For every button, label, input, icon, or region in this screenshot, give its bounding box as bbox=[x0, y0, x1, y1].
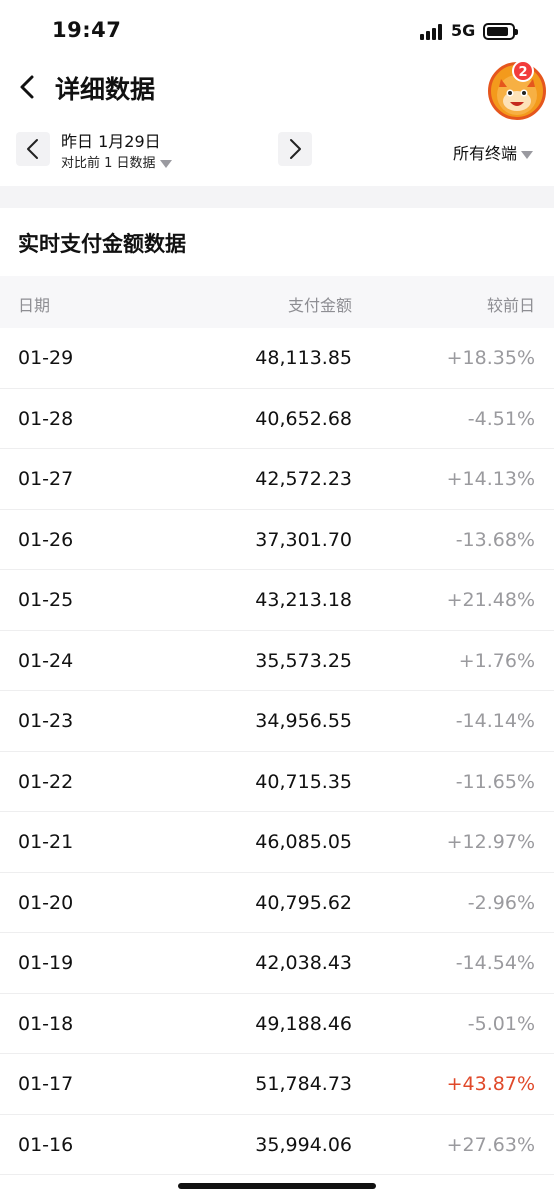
column-header-change: 较前日 bbox=[486, 296, 535, 315]
signal-icon bbox=[420, 24, 444, 40]
notification-badge: 2 bbox=[512, 60, 534, 82]
row-change: -14.54% bbox=[455, 952, 535, 974]
table-body: 01-29 48,113.85 +18.35% 01-28 40,652.68 … bbox=[0, 328, 554, 1175]
table-row: 01-24 35,573.25 +1.76% bbox=[0, 631, 554, 691]
page-header: 详细数据 bbox=[0, 62, 554, 120]
section-divider bbox=[0, 186, 554, 208]
row-change: +43.87% bbox=[446, 1073, 535, 1095]
row-date: 01-26 bbox=[18, 528, 74, 551]
row-date: 01-29 bbox=[18, 347, 74, 369]
date-selector: 昨日 1月29日 对比前 1 日数据 所有终端 bbox=[0, 122, 554, 178]
column-header-date: 日期 bbox=[18, 296, 51, 315]
row-date: 01-18 bbox=[18, 1012, 74, 1035]
table-row: 01-29 48,113.85 +18.35% bbox=[0, 328, 554, 389]
caret-down-icon bbox=[521, 150, 534, 159]
table-header: 日期 支付金额 较前日 bbox=[0, 276, 554, 328]
terminal-label: 所有终端 bbox=[453, 144, 518, 163]
table-row: 01-19 42,038.43 -14.54% bbox=[0, 933, 554, 994]
status-time: 19:47 bbox=[52, 18, 122, 42]
chevron-left-icon bbox=[27, 139, 38, 159]
next-day-button[interactable] bbox=[278, 132, 312, 166]
row-amount: 35,994.06 bbox=[255, 1133, 352, 1156]
battery-icon bbox=[483, 23, 518, 40]
row-date: 01-23 bbox=[18, 710, 74, 732]
caret-down-icon bbox=[159, 159, 172, 168]
row-date: 01-27 bbox=[18, 468, 74, 490]
table-row: 01-23 34,956.55 -14.14% bbox=[0, 691, 554, 752]
back-button[interactable] bbox=[16, 72, 42, 102]
row-date: 01-16 bbox=[18, 1133, 74, 1156]
row-change: -13.68% bbox=[455, 528, 535, 551]
row-change: -14.14% bbox=[455, 710, 535, 732]
page-title: 详细数据 bbox=[55, 75, 156, 104]
selected-date[interactable]: 昨日 1月29日 bbox=[61, 128, 161, 152]
row-change: -11.65% bbox=[455, 770, 535, 793]
network-type: 5G bbox=[451, 21, 476, 40]
table-row: 01-21 46,085.05 +12.97% bbox=[0, 812, 554, 873]
previous-day-button[interactable] bbox=[16, 132, 50, 166]
row-change: +21.48% bbox=[446, 589, 535, 611]
row-date: 01-25 bbox=[18, 589, 74, 611]
row-date: 01-21 bbox=[18, 831, 74, 853]
chevron-left-icon bbox=[20, 75, 34, 99]
chevron-right-icon bbox=[290, 139, 301, 159]
status-bar: 19:47 5G bbox=[0, 0, 554, 62]
row-date: 01-24 bbox=[18, 649, 74, 672]
row-change: +18.35% bbox=[446, 347, 535, 369]
table-row: 01-18 49,188.46 -5.01% bbox=[0, 994, 554, 1054]
section-title: 实时支付金额数据 bbox=[18, 232, 186, 256]
table-row: 01-17 51,784.73 +43.87% bbox=[0, 1054, 554, 1115]
row-date: 01-28 bbox=[18, 407, 74, 430]
row-amount: 40,715.35 bbox=[255, 770, 352, 793]
row-date: 01-22 bbox=[18, 770, 74, 793]
row-date: 01-20 bbox=[18, 891, 74, 914]
row-change: +14.13% bbox=[446, 468, 535, 490]
row-amount: 34,956.55 bbox=[255, 710, 352, 732]
row-date: 01-17 bbox=[18, 1073, 74, 1095]
table-row: 01-25 43,213.18 +21.48% bbox=[0, 570, 554, 631]
row-date: 01-19 bbox=[18, 952, 74, 974]
row-change: +27.63% bbox=[446, 1133, 535, 1156]
table-row: 01-22 40,715.35 -11.65% bbox=[0, 752, 554, 812]
row-amount: 42,572.23 bbox=[255, 468, 352, 490]
row-amount: 40,795.62 bbox=[255, 891, 352, 914]
terminal-selector[interactable]: 所有终端 bbox=[453, 140, 534, 164]
row-amount: 37,301.70 bbox=[255, 528, 352, 551]
column-header-amount: 支付金额 bbox=[287, 296, 352, 315]
row-amount: 46,085.05 bbox=[255, 831, 352, 853]
row-change: -2.96% bbox=[467, 891, 535, 914]
row-amount: 35,573.25 bbox=[255, 649, 352, 672]
table-row: 01-26 37,301.70 -13.68% bbox=[0, 510, 554, 570]
row-amount: 43,213.18 bbox=[255, 589, 352, 611]
row-amount: 51,784.73 bbox=[255, 1073, 352, 1095]
table-row: 01-27 42,572.23 +14.13% bbox=[0, 449, 554, 510]
table-row: 01-28 40,652.68 -4.51% bbox=[0, 389, 554, 449]
row-amount: 49,188.46 bbox=[255, 1012, 352, 1035]
row-change: -5.01% bbox=[467, 1012, 535, 1035]
home-indicator bbox=[178, 1183, 376, 1189]
row-amount: 42,038.43 bbox=[255, 952, 352, 974]
row-change: +12.97% bbox=[446, 831, 535, 853]
compare-label: 对比前 1 日数据 bbox=[61, 156, 156, 171]
row-change: +1.76% bbox=[458, 649, 535, 672]
row-amount: 40,652.68 bbox=[255, 407, 352, 430]
row-change: -4.51% bbox=[467, 407, 535, 430]
table-row: 01-16 35,994.06 +27.63% bbox=[0, 1115, 554, 1175]
table-row: 01-20 40,795.62 -2.96% bbox=[0, 873, 554, 933]
compare-selector[interactable]: 对比前 1 日数据 bbox=[61, 152, 172, 171]
row-amount: 48,113.85 bbox=[255, 347, 352, 369]
